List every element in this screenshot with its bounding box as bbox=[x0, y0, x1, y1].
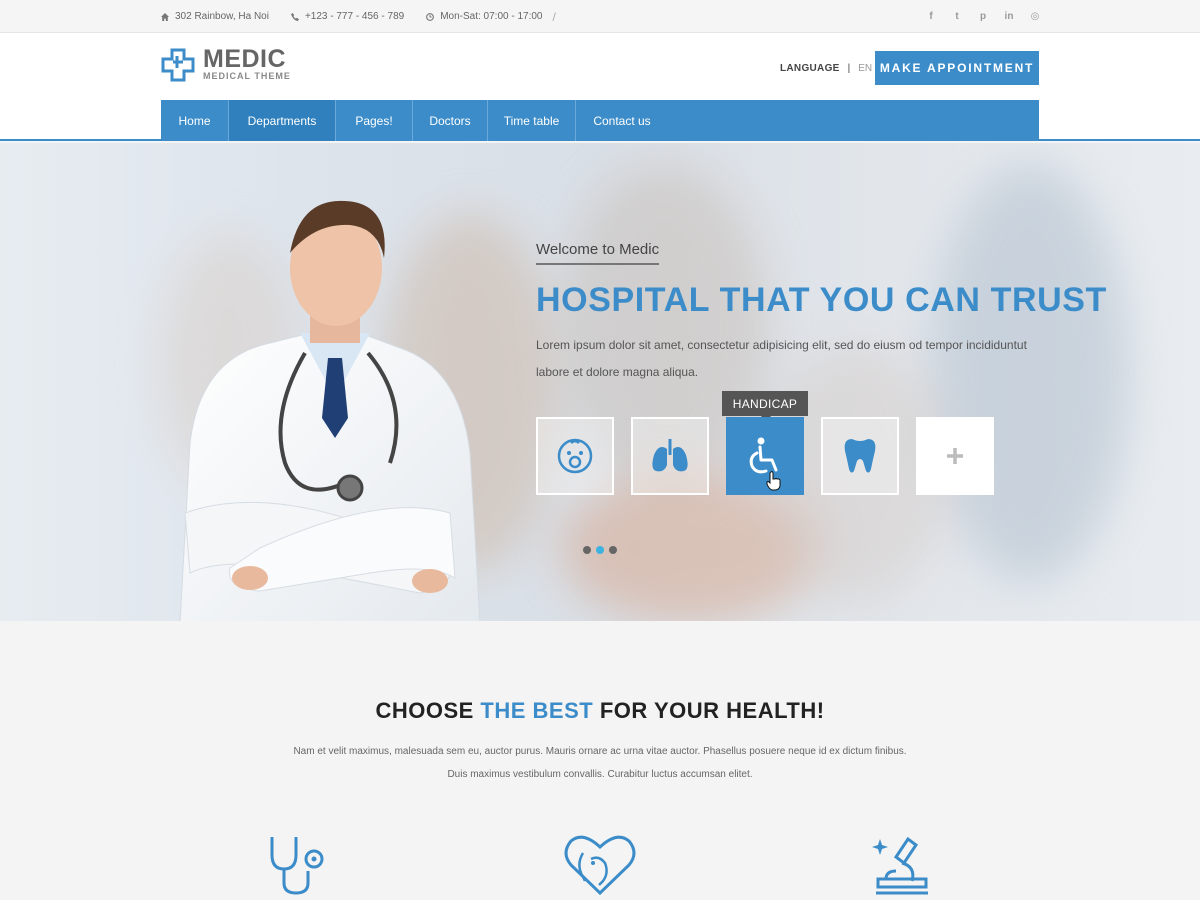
doctor-image bbox=[179, 200, 481, 621]
address-text: 302 Rainbow, Ha Noi bbox=[175, 11, 269, 22]
logo-tagline: MEDICAL THEME bbox=[203, 71, 291, 81]
phone-icon bbox=[290, 12, 299, 21]
twitter-icon[interactable]: t bbox=[952, 11, 962, 22]
microscope-icon bbox=[872, 836, 928, 895]
main-nav: Home Departments Pages! Doctors Time tab… bbox=[161, 100, 1039, 141]
hero-title: HOSPITAL THAT YOU CAN TRUST bbox=[536, 281, 1107, 319]
phone-text: +123 - 777 - 456 - 789 bbox=[304, 11, 405, 22]
home-icon bbox=[161, 12, 169, 21]
logo-name: MEDIC bbox=[203, 45, 287, 73]
pinterest-icon[interactable]: p bbox=[978, 11, 988, 22]
nav-item-doctors[interactable]: Doctors bbox=[413, 100, 488, 141]
language-separator: | bbox=[847, 63, 851, 74]
title-part: CHOOSE bbox=[375, 698, 481, 723]
heart-elephant-icon bbox=[564, 835, 636, 896]
language-option-en[interactable]: EN bbox=[858, 63, 872, 74]
nav-item-time-table[interactable]: Time table bbox=[488, 100, 576, 141]
phone-item: +123 - 777 - 456 - 789 bbox=[290, 11, 405, 22]
plus-icon bbox=[947, 448, 963, 464]
title-part: FOR YOUR HEALTH! bbox=[593, 698, 825, 723]
linkedin-icon[interactable]: in bbox=[1004, 11, 1014, 22]
stethoscope-icon bbox=[270, 837, 324, 895]
choose-section: CHOOSE THE BEST FOR YOUR HEALTH! Nam et … bbox=[0, 621, 1200, 900]
hours-item: Mon-Sat: 07:00 - 17:00 bbox=[426, 11, 543, 22]
hero-content: Welcome to Medic HOSPITAL THAT YOU CAN T… bbox=[536, 241, 1107, 386]
section-description: Nam et velit maximus, malesuada sem eu, … bbox=[0, 740, 1200, 786]
top-bar: 302 Rainbow, Ha Noi +123 - 777 - 456 - 7… bbox=[0, 0, 1200, 33]
department-tooltip: HANDICAP bbox=[722, 391, 808, 422]
hero-slider: Welcome to Medic HOSPITAL THAT YOU CAN T… bbox=[0, 143, 1200, 621]
logo[interactable]: MEDIC MEDICAL THEME bbox=[161, 47, 291, 82]
dribbble-icon[interactable]: ◎ bbox=[1030, 11, 1040, 22]
title-highlight: THE BEST bbox=[480, 698, 594, 723]
department-more-button[interactable] bbox=[916, 417, 994, 495]
slider-dot[interactable] bbox=[583, 546, 591, 554]
slider-pagination bbox=[583, 546, 617, 554]
hero-welcome: Welcome to Medic bbox=[536, 241, 660, 265]
slider-dot[interactable] bbox=[609, 546, 617, 554]
baby-icon bbox=[557, 438, 593, 474]
nav-item-pages[interactable]: Pages! bbox=[336, 100, 413, 141]
description-line: Duis maximus vestibulum convallis. Curab… bbox=[447, 769, 753, 780]
cursor-hand-icon bbox=[766, 471, 781, 491]
site-header: MEDIC MEDICAL THEME LANGUAGE | EN MAKE A… bbox=[0, 33, 1200, 141]
nav-item-contact-us[interactable]: Contact us bbox=[576, 100, 668, 141]
language-label: LANGUAGE bbox=[780, 63, 840, 74]
medical-cross-logo-icon bbox=[161, 48, 195, 81]
hours-text: Mon-Sat: 07:00 - 17:00 bbox=[440, 11, 543, 22]
department-dental-button[interactable] bbox=[821, 417, 899, 495]
facebook-icon[interactable]: f bbox=[926, 11, 936, 22]
slider-dot-active[interactable] bbox=[596, 546, 604, 554]
tooth-icon bbox=[844, 439, 876, 473]
nav-item-home[interactable]: Home bbox=[161, 100, 229, 141]
language-switcher: LANGUAGE | EN bbox=[780, 63, 872, 74]
divider: / bbox=[552, 9, 556, 24]
clock-icon bbox=[426, 12, 435, 21]
description-line: Nam et velit maximus, malesuada sem eu, … bbox=[293, 746, 907, 757]
lungs-icon bbox=[652, 439, 688, 472]
section-title: CHOOSE THE BEST FOR YOUR HEALTH! bbox=[0, 698, 1200, 724]
nav-item-departments[interactable]: Departments bbox=[229, 100, 336, 141]
hero-description: Lorem ipsum dolor sit amet, consectetur … bbox=[536, 338, 1027, 379]
wheelchair-icon bbox=[749, 437, 778, 474]
department-baby-button[interactable] bbox=[536, 417, 614, 495]
contact-info: 302 Rainbow, Ha Noi +123 - 777 - 456 - 7… bbox=[161, 0, 556, 33]
department-buttons bbox=[536, 417, 994, 495]
department-handicap-button[interactable] bbox=[726, 417, 804, 495]
make-appointment-button[interactable]: MAKE APPOINTMENT bbox=[875, 51, 1039, 85]
social-links: f t p in ◎ bbox=[926, 0, 1040, 33]
address-item: 302 Rainbow, Ha Noi bbox=[161, 11, 269, 22]
department-lungs-button[interactable] bbox=[631, 417, 709, 495]
